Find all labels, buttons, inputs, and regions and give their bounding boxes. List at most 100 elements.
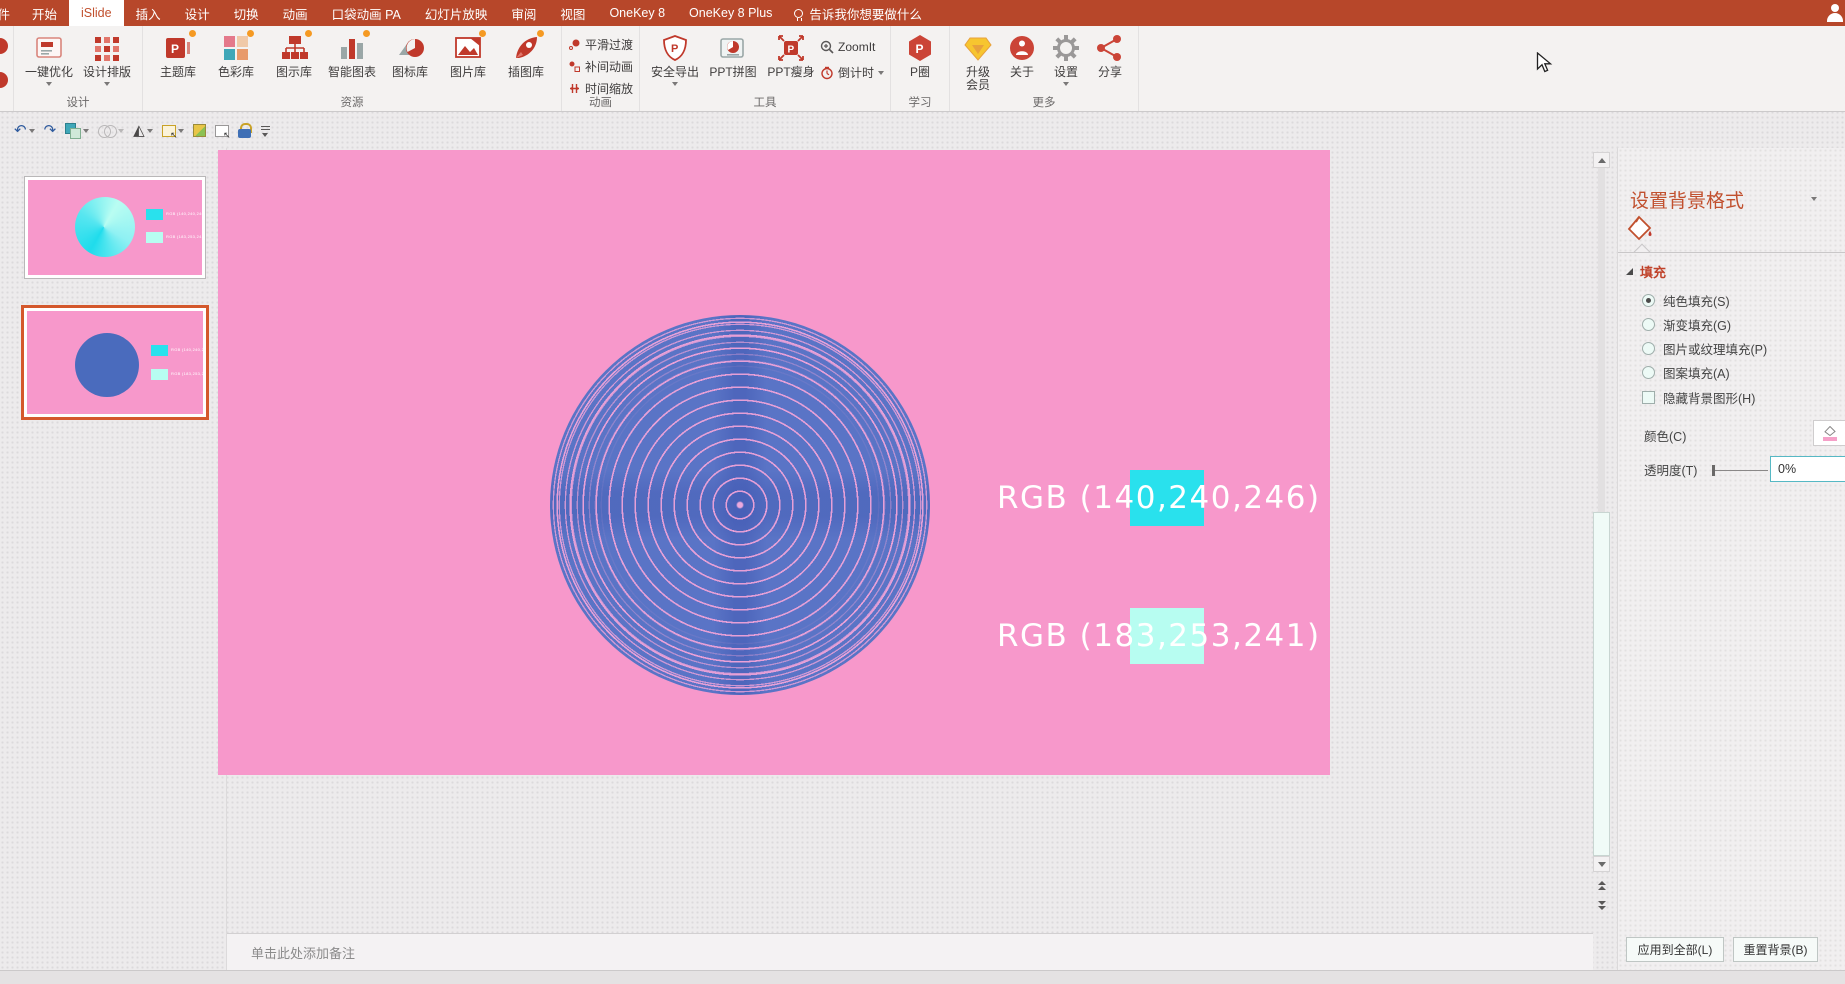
customize-toolbar-icon	[260, 124, 272, 138]
select-object-icon	[161, 124, 178, 141]
chevron-down-icon	[146, 128, 153, 133]
tab-animations[interactable]: 动画	[271, 0, 320, 26]
previous-slide-button[interactable]	[1593, 878, 1610, 892]
theme-library-button[interactable]: P 主题库	[149, 30, 207, 79]
transparency-slider-handle[interactable]	[1712, 465, 1715, 476]
svg-text:P: P	[671, 43, 678, 55]
arrange-shapes-button[interactable]	[65, 119, 90, 143]
safe-export-button[interactable]: P 安全导出	[646, 30, 704, 86]
tab-pocket-animation[interactable]: 口袋动画 PA	[320, 0, 413, 26]
tab-transitions[interactable]: 切换	[222, 0, 271, 26]
multi-select-button[interactable]	[214, 119, 231, 143]
apply-to-all-button[interactable]: 应用到全部(L)	[1626, 937, 1724, 962]
about-icon	[1007, 33, 1037, 63]
ribbon-group-design: 一键优化 设计排版 设计	[14, 26, 143, 111]
next-slide-button[interactable]	[1593, 898, 1610, 912]
select-object-button[interactable]	[161, 119, 184, 143]
tab-slideshow[interactable]: 幻灯片放映	[413, 0, 500, 26]
picture-texture-fill-radio[interactable]: 图片或纹理填充(P)	[1642, 339, 1767, 358]
pattern-fill-radio[interactable]: 图案填充(A)	[1642, 363, 1730, 382]
tab-design[interactable]: 设计	[173, 0, 222, 26]
chevron-down-icon	[46, 82, 52, 86]
settings-button[interactable]: 设置	[1044, 30, 1088, 86]
one-click-optimize-button[interactable]: 一键优化	[20, 30, 78, 86]
picture-library-icon	[453, 30, 486, 63]
diagram-library-button[interactable]: 图示库	[265, 30, 323, 79]
undo-button[interactable]: ↶	[14, 119, 35, 143]
notes-pane[interactable]: 单击此处添加备注	[227, 933, 1593, 970]
tab-review[interactable]: 审阅	[499, 0, 548, 26]
color-label: 颜色(C)	[1644, 430, 1687, 444]
fill-color-button[interactable]	[192, 119, 206, 143]
optimize-icon	[34, 33, 64, 63]
rgb-label-1[interactable]: RGB (140,240,246)	[997, 480, 1321, 516]
customize-toolbar-button[interactable]	[260, 119, 272, 143]
smart-chart-icon	[337, 30, 370, 63]
lock-button[interactable]	[237, 119, 252, 143]
notification-dot	[479, 30, 486, 37]
transparency-slider-track[interactable]	[1714, 470, 1768, 471]
slide-thumbnail-2-selected[interactable]: RGB (140,240,246) RGB (183,253,241)	[21, 305, 209, 420]
countdown-button[interactable]: 倒计时	[820, 63, 885, 82]
transparency-input[interactable]: 0%	[1770, 456, 1845, 482]
slide-thumbnail-1[interactable]: RGB (140,240,246) RGB (183,253,241)	[24, 176, 206, 279]
merge-shapes-button[interactable]	[98, 119, 125, 143]
tab-view[interactable]: 视图	[548, 0, 597, 26]
account-icon[interactable]	[1827, 4, 1843, 22]
tab-home[interactable]: 开始	[20, 0, 69, 26]
redo-button[interactable]: ↷	[44, 119, 57, 143]
fill-section-header[interactable]: 填充	[1626, 262, 1666, 281]
notification-dot	[537, 30, 544, 37]
group-label-learn: 学习	[908, 97, 932, 109]
group-label-more: 更多	[1032, 97, 1056, 109]
zoomit-button[interactable]: ZoomIt	[820, 37, 884, 56]
paint-bucket-icon[interactable]	[1626, 214, 1654, 242]
smooth-transition-button[interactable]: 平滑过渡	[568, 35, 633, 54]
illustration-library-button[interactable]: 插图库	[497, 30, 555, 79]
chevron-down-icon	[104, 82, 110, 86]
tab-islide[interactable]: iSlide	[69, 0, 124, 26]
tell-me-box[interactable]: 告诉我你想要做什么	[784, 0, 932, 26]
tween-animation-button[interactable]: 补间动画	[568, 57, 633, 76]
ppt-slim-icon: P	[776, 33, 806, 63]
share-button[interactable]: 分享	[1088, 30, 1132, 79]
checkbox-icon	[1642, 391, 1655, 404]
color-picker-button[interactable]	[1813, 420, 1845, 446]
smart-chart-button[interactable]: 智能图表	[323, 30, 381, 79]
scroll-down-button[interactable]	[1593, 856, 1610, 872]
picture-library-button[interactable]: 图片库	[439, 30, 497, 79]
upgrade-member-button[interactable]: 升级会员	[956, 30, 1000, 92]
tab-onekey8[interactable]: OneKey 8	[597, 0, 677, 26]
color-library-button[interactable]: 色彩库	[207, 30, 265, 79]
scrollbar-thumb[interactable]	[1593, 512, 1610, 856]
lock-icon	[237, 122, 252, 139]
reset-background-button[interactable]: 重置背景(B)	[1733, 937, 1818, 962]
chevron-down-icon	[878, 70, 885, 75]
p-circle-button[interactable]: P P圈	[897, 30, 943, 79]
ppt-puzzle-button[interactable]: PPT拼图	[704, 30, 762, 79]
flip-rotate-button[interactable]: ◭	[133, 119, 153, 143]
notification-dot	[189, 30, 196, 37]
chevron-down-icon	[177, 128, 184, 133]
solid-fill-radio[interactable]: 纯色填充(S)	[1642, 291, 1730, 310]
hide-background-checkbox[interactable]: 隐藏背景图形(H)	[1642, 388, 1755, 407]
arrange-shapes-icon	[65, 122, 82, 139]
slide-canvas[interactable]: RGB (140,240,246) RGB (183,253,241)	[218, 150, 1330, 775]
moire-circle-shape[interactable]	[550, 315, 930, 695]
tab-file[interactable]: 文件	[0, 0, 20, 26]
design-layout-button[interactable]: 设计排版	[78, 30, 136, 86]
ppt-slim-button[interactable]: P PPT瘦身	[762, 30, 820, 79]
merge-shapes-icon	[98, 124, 118, 138]
share-icon	[1095, 33, 1125, 63]
icon-library-button[interactable]: 图标库	[381, 30, 439, 79]
double-arrow-up-icon	[1597, 880, 1606, 885]
illustration-library-icon	[511, 30, 544, 63]
gradient-fill-radio[interactable]: 渐变填充(G)	[1642, 315, 1731, 334]
panel-chevron-down-icon[interactable]	[1811, 197, 1817, 201]
tab-insert[interactable]: 插入	[124, 0, 173, 26]
about-button[interactable]: 关于	[1000, 30, 1044, 79]
tab-onekey8plus[interactable]: OneKey 8 Plus	[677, 0, 784, 26]
chevron-down-icon	[672, 82, 679, 86]
scroll-up-button[interactable]	[1593, 152, 1610, 168]
rgb-label-2[interactable]: RGB (183,253,241)	[997, 618, 1321, 654]
